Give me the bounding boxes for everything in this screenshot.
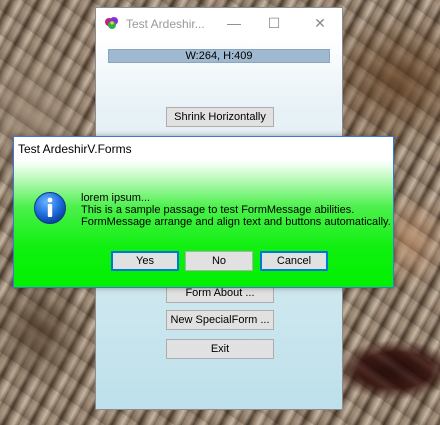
cancel-button[interactable]: Cancel [260,251,328,271]
close-icon: ✕ [314,14,326,31]
close-button[interactable]: ✕ [300,8,340,38]
new-specialform-button[interactable]: New SpecialForm ... [166,310,274,330]
no-button[interactable]: No [185,251,253,271]
maximize-icon: ☐ [267,14,281,31]
size-label: W:264, H:409 [108,49,330,63]
message-dialog: Test ArdeshirV.Forms lorem ipsum... This… [13,136,394,288]
minimize-button[interactable]: — [214,8,254,38]
dialog-title: Test ArdeshirV.Forms [18,142,132,156]
main-window-titlebar[interactable]: Test Ardeshir... — ☐ ✕ [96,8,342,38]
main-window-title: Test Ardeshir... [126,17,205,31]
information-icon [34,192,66,224]
message-line: lorem ipsum... [81,192,151,204]
message-line: FormMessage arrange and align text and b… [81,216,391,228]
shrink-horizontally-button[interactable]: Shrink Horizontally [166,107,274,127]
app-icon [105,17,118,29]
message-line: This is a sample passage to test FormMes… [81,204,355,216]
minimize-icon: — [227,15,241,31]
exit-button[interactable]: Exit [166,339,274,359]
maximize-button[interactable]: ☐ [254,8,294,38]
dialog-message: lorem ipsum... This is a sample passage … [81,192,391,228]
yes-button[interactable]: Yes [111,251,179,271]
